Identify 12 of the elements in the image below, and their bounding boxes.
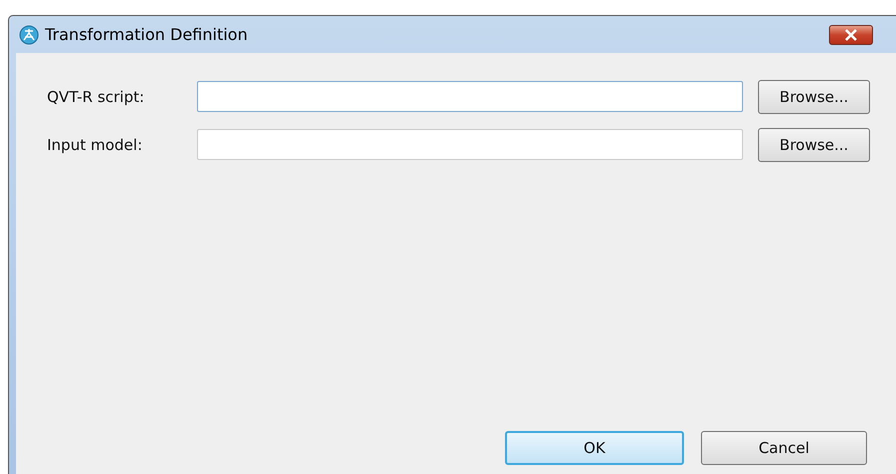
window-title: Transformation Definition (45, 25, 248, 44)
dialog-button[interactable]: OK (505, 431, 684, 465)
field-label: Input model: (47, 136, 144, 154)
browse-button[interactable]: Browse... (758, 128, 870, 162)
input-field[interactable] (197, 81, 743, 112)
dialog-button[interactable]: Cancel (701, 431, 867, 465)
close-button[interactable] (829, 24, 873, 44)
close-icon (844, 28, 858, 40)
browse-button[interactable]: Browse... (758, 80, 870, 114)
app-icon (19, 24, 39, 44)
field-label: QVT-R script: (47, 88, 146, 106)
input-field[interactable] (197, 129, 743, 160)
